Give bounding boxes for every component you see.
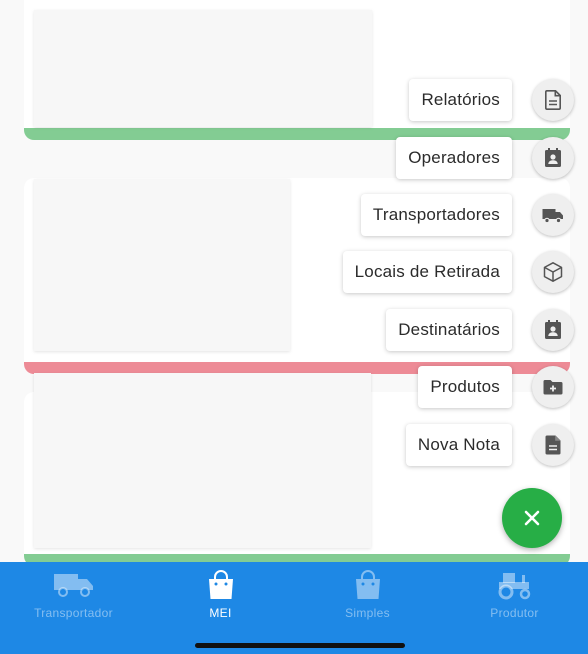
contact-badge-icon[interactable] bbox=[532, 137, 574, 179]
fab-item-label[interactable]: Destinatários bbox=[386, 309, 512, 351]
fab-item-label[interactable]: Operadores bbox=[396, 137, 512, 179]
report-document-icon[interactable] bbox=[532, 79, 574, 121]
truck-icon bbox=[52, 568, 96, 602]
fab-item-nova-nota[interactable]: Nova Nota bbox=[405, 423, 574, 467]
bottom-navigation: Transportador MEI Simples Produtor bbox=[0, 562, 588, 654]
fab-item-label[interactable]: Produtos bbox=[418, 366, 512, 408]
fab-item-transportadores[interactable]: Transportadores bbox=[360, 193, 574, 237]
fab-item-produtos[interactable]: Produtos bbox=[418, 365, 574, 409]
fab-item-destinatarios[interactable]: Destinatários bbox=[386, 308, 574, 352]
shopping-bag-icon bbox=[353, 568, 383, 602]
nav-tab-label: Transportador bbox=[34, 606, 113, 620]
tractor-icon bbox=[495, 568, 535, 602]
home-indicator[interactable] bbox=[195, 643, 405, 648]
truck-icon[interactable] bbox=[532, 194, 574, 236]
close-fab-button[interactable] bbox=[502, 488, 562, 548]
nav-tab-label: Produtor bbox=[490, 606, 539, 620]
fab-item-label[interactable]: Locais de Retirada bbox=[342, 251, 512, 293]
nav-tab-produtor[interactable]: Produtor bbox=[441, 562, 588, 654]
fab-item-relatorios[interactable]: Relatórios bbox=[409, 78, 574, 122]
contact-badge-icon[interactable] bbox=[532, 309, 574, 351]
nav-tab-label: Simples bbox=[345, 606, 390, 620]
fab-item-label[interactable]: Nova Nota bbox=[405, 424, 512, 466]
close-icon bbox=[524, 510, 540, 526]
document-icon[interactable] bbox=[532, 424, 574, 466]
cube-icon[interactable] bbox=[532, 251, 574, 293]
fab-item-operadores[interactable]: Operadores bbox=[396, 136, 574, 180]
folder-plus-icon[interactable] bbox=[532, 366, 574, 408]
nav-tab-transportador[interactable]: Transportador bbox=[0, 562, 147, 654]
fab-item-label[interactable]: Transportadores bbox=[360, 194, 512, 236]
nav-tab-simples[interactable]: Simples bbox=[294, 562, 441, 654]
fab-item-label[interactable]: Relatórios bbox=[409, 79, 512, 121]
shopping-bag-icon bbox=[206, 568, 236, 602]
nav-tab-mei[interactable]: MEI bbox=[147, 562, 294, 654]
screen: Relatórios Operadores Transportadores Lo… bbox=[0, 0, 588, 654]
nav-tab-label: MEI bbox=[209, 606, 232, 620]
fab-item-locais-de-retirada[interactable]: Locais de Retirada bbox=[342, 250, 574, 294]
